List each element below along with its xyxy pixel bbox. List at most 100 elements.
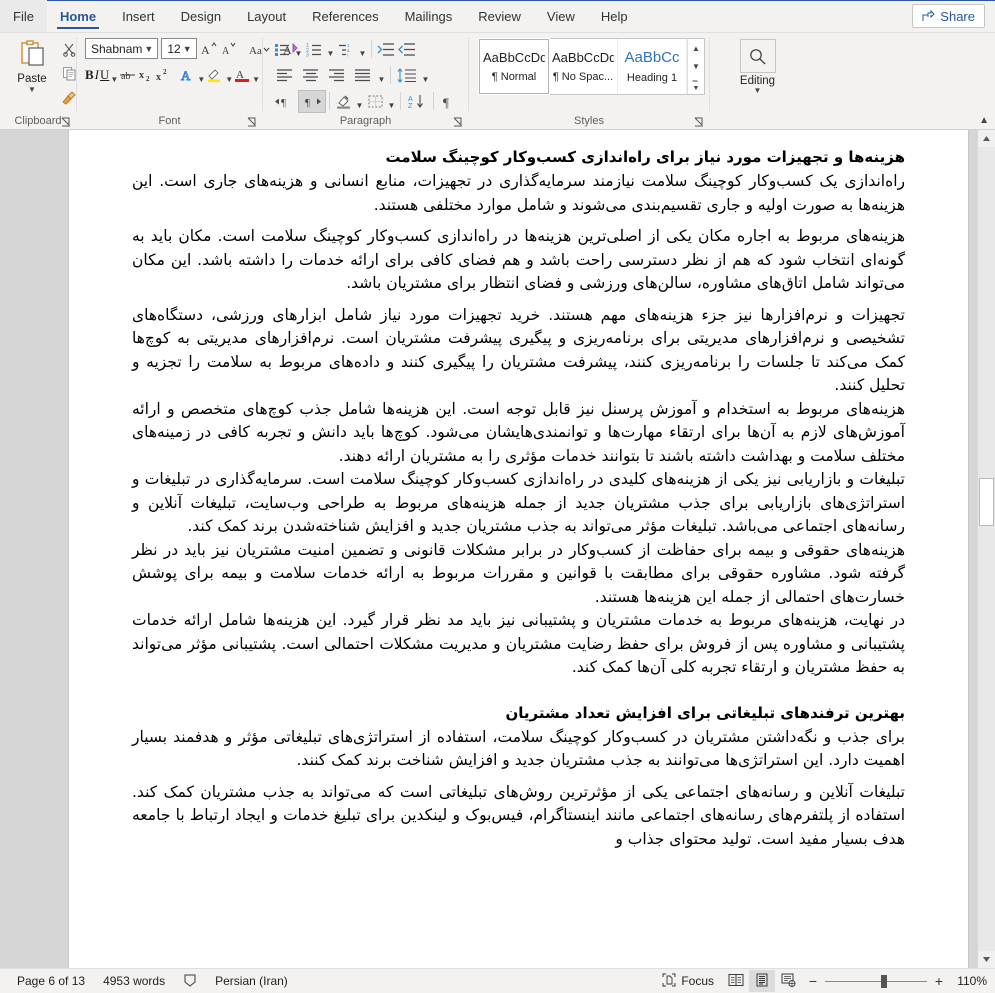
style-item-heading-1[interactable]: AaBbCc Heading 1 bbox=[618, 39, 687, 94]
bold-button[interactable]: B bbox=[85, 65, 94, 86]
word-count-status[interactable]: 4953 words bbox=[94, 970, 174, 992]
share-button[interactable]: Share bbox=[912, 4, 985, 28]
increase-indent-button[interactable] bbox=[396, 39, 417, 60]
highlight-dropdown[interactable]: ▼ bbox=[225, 63, 233, 87]
font-color-dropdown[interactable]: ▼ bbox=[252, 63, 260, 87]
scrollbar-thumb[interactable] bbox=[979, 478, 994, 526]
shrink-font-button[interactable]: A bbox=[220, 38, 237, 59]
copy-icon bbox=[62, 66, 77, 84]
line-spacing-button[interactable] bbox=[394, 65, 420, 86]
align-left-button[interactable] bbox=[272, 65, 298, 86]
borders-dropdown[interactable]: ▼ bbox=[386, 89, 397, 113]
sort-button[interactable]: AZ bbox=[404, 91, 430, 112]
language-status[interactable]: Persian (Iran) bbox=[206, 970, 297, 992]
tab-home[interactable]: Home bbox=[47, 0, 109, 32]
decrease-indent-button[interactable] bbox=[375, 39, 396, 60]
tab-help[interactable]: Help bbox=[588, 0, 641, 32]
tab-file[interactable]: File bbox=[0, 0, 47, 32]
numbering-button[interactable]: 123 bbox=[304, 39, 325, 60]
align-center-button[interactable] bbox=[298, 65, 324, 86]
right-to-left-text-button[interactable]: ¶ bbox=[298, 89, 326, 113]
underline-button[interactable]: U bbox=[100, 65, 109, 86]
tab-design[interactable]: Design bbox=[168, 0, 234, 32]
zoom-out-button[interactable]: − bbox=[807, 973, 819, 989]
style-preview: AaBbCcDd bbox=[552, 50, 614, 65]
font-size-combo[interactable]: 12 ▼ bbox=[161, 38, 197, 59]
chevron-down-icon: ▼ bbox=[294, 49, 303, 58]
tab-mailings[interactable]: Mailings bbox=[392, 0, 466, 32]
shading-dropdown[interactable]: ▼ bbox=[354, 89, 365, 113]
show-formatting-marks-button[interactable]: ¶ bbox=[437, 91, 458, 112]
text-highlight-button[interactable] bbox=[206, 65, 224, 86]
grow-font-button[interactable]: A bbox=[200, 38, 217, 59]
zoom-in-button[interactable]: + bbox=[933, 973, 945, 989]
paste-icon bbox=[17, 39, 47, 72]
zoom-slider[interactable] bbox=[825, 974, 927, 988]
chevron-down-icon: ▼ bbox=[326, 49, 335, 58]
status-bar: Page 6 of 13 4953 words Persian (Iran) F… bbox=[0, 968, 995, 993]
tab-insert[interactable]: Insert bbox=[109, 0, 168, 32]
text-effects-dropdown[interactable]: ▼ bbox=[197, 63, 205, 87]
superscript-button[interactable]: x2 bbox=[155, 65, 171, 86]
font-color-button[interactable]: A bbox=[234, 65, 251, 86]
font-size-value: 12 bbox=[167, 41, 181, 56]
zoom-level-label[interactable]: 110% bbox=[951, 974, 987, 988]
style-item-no-spacing[interactable]: AaBbCcDd ¶ No Spac... bbox=[549, 39, 618, 94]
styles-dialog-launcher[interactable] bbox=[693, 115, 705, 129]
justify-dropdown[interactable]: ▼ bbox=[376, 63, 387, 87]
scrollbar-track[interactable] bbox=[978, 147, 995, 951]
multilevel-dropdown[interactable]: ▼ bbox=[357, 37, 368, 61]
doc-paragraph: تبلیغات و بازاریابی نیز یکی از هزینه‌های… bbox=[132, 470, 905, 535]
paste-dropdown-icon[interactable]: ▼ bbox=[28, 86, 36, 94]
style-item-normal[interactable]: AaBbCcDd ¶ Normal bbox=[478, 38, 550, 95]
font-controls: Shabnam ▼ 12 ▼ A A Aa B I U ▼ ab x 2 x 2… bbox=[77, 36, 298, 113]
multilevel-list-button[interactable]: 1ai bbox=[336, 39, 357, 60]
subscript-button[interactable]: x2 bbox=[138, 65, 154, 86]
scroll-up-icon[interactable]: ▲ bbox=[688, 39, 704, 57]
page-number-status[interactable]: Page 6 of 13 bbox=[8, 970, 94, 992]
more-styles-icon[interactable]: ═ ▼ bbox=[688, 76, 704, 94]
scroll-down-icon[interactable]: ▼ bbox=[688, 57, 704, 75]
strikethrough-button[interactable]: ab bbox=[119, 65, 137, 86]
line-spacing-dropdown[interactable]: ▼ bbox=[420, 63, 431, 87]
underline-label: U bbox=[100, 67, 110, 82]
scroll-down-arrow-icon[interactable] bbox=[978, 951, 995, 968]
tab-references[interactable]: References bbox=[299, 0, 391, 32]
shading-button[interactable] bbox=[333, 91, 354, 112]
focus-mode-button[interactable]: Focus bbox=[653, 970, 723, 992]
justify-button[interactable] bbox=[350, 65, 376, 86]
align-right-button[interactable] bbox=[324, 65, 350, 86]
vertical-scrollbar[interactable] bbox=[977, 130, 995, 968]
zoom-slider-thumb[interactable] bbox=[881, 974, 887, 988]
tab-review[interactable]: Review bbox=[465, 0, 534, 32]
text-effects-button[interactable]: A bbox=[179, 65, 196, 86]
ribbon-group-clipboard: Paste ▼ Clipboard bbox=[0, 33, 76, 129]
document-page[interactable]: هزینه‌ها و تجهیزات مورد نیاز برای راه‌ان… bbox=[68, 130, 969, 968]
proofing-status[interactable] bbox=[174, 970, 206, 992]
font-dialog-launcher[interactable] bbox=[246, 115, 258, 129]
collapse-ribbon-icon[interactable]: ▲ bbox=[979, 115, 989, 126]
scroll-up-arrow-icon[interactable] bbox=[978, 130, 995, 147]
paste-button[interactable]: Paste ▼ bbox=[8, 36, 56, 109]
editing-button[interactable]: Editing ▼ bbox=[730, 39, 786, 95]
clipboard-controls: Paste ▼ bbox=[0, 36, 76, 113]
svg-text:¶: ¶ bbox=[281, 97, 286, 109]
borders-button[interactable] bbox=[365, 91, 386, 112]
paragraph-dialog-launcher[interactable] bbox=[452, 115, 464, 129]
tab-view[interactable]: View bbox=[534, 0, 588, 32]
bullets-dropdown[interactable]: ▼ bbox=[293, 37, 304, 61]
chevron-down-icon: ▼ bbox=[355, 101, 364, 110]
bullets-button[interactable] bbox=[272, 39, 293, 60]
read-mode-button[interactable] bbox=[723, 970, 749, 992]
left-to-right-text-button[interactable]: ¶ bbox=[272, 91, 298, 112]
web-layout-button[interactable] bbox=[775, 970, 801, 992]
doc-heading: هزینه‌ها و تجهیزات مورد نیاز برای راه‌ان… bbox=[385, 148, 905, 166]
print-layout-button[interactable] bbox=[749, 970, 775, 992]
underline-dropdown[interactable]: ▼ bbox=[110, 63, 118, 87]
font-name-combo[interactable]: Shabnam ▼ bbox=[85, 38, 159, 59]
italic-button[interactable]: I bbox=[95, 65, 99, 86]
numbering-dropdown[interactable]: ▼ bbox=[325, 37, 336, 61]
tab-layout[interactable]: Layout bbox=[234, 0, 299, 32]
chevron-down-icon[interactable]: ▼ bbox=[754, 87, 762, 95]
clipboard-dialog-launcher[interactable] bbox=[60, 115, 72, 129]
